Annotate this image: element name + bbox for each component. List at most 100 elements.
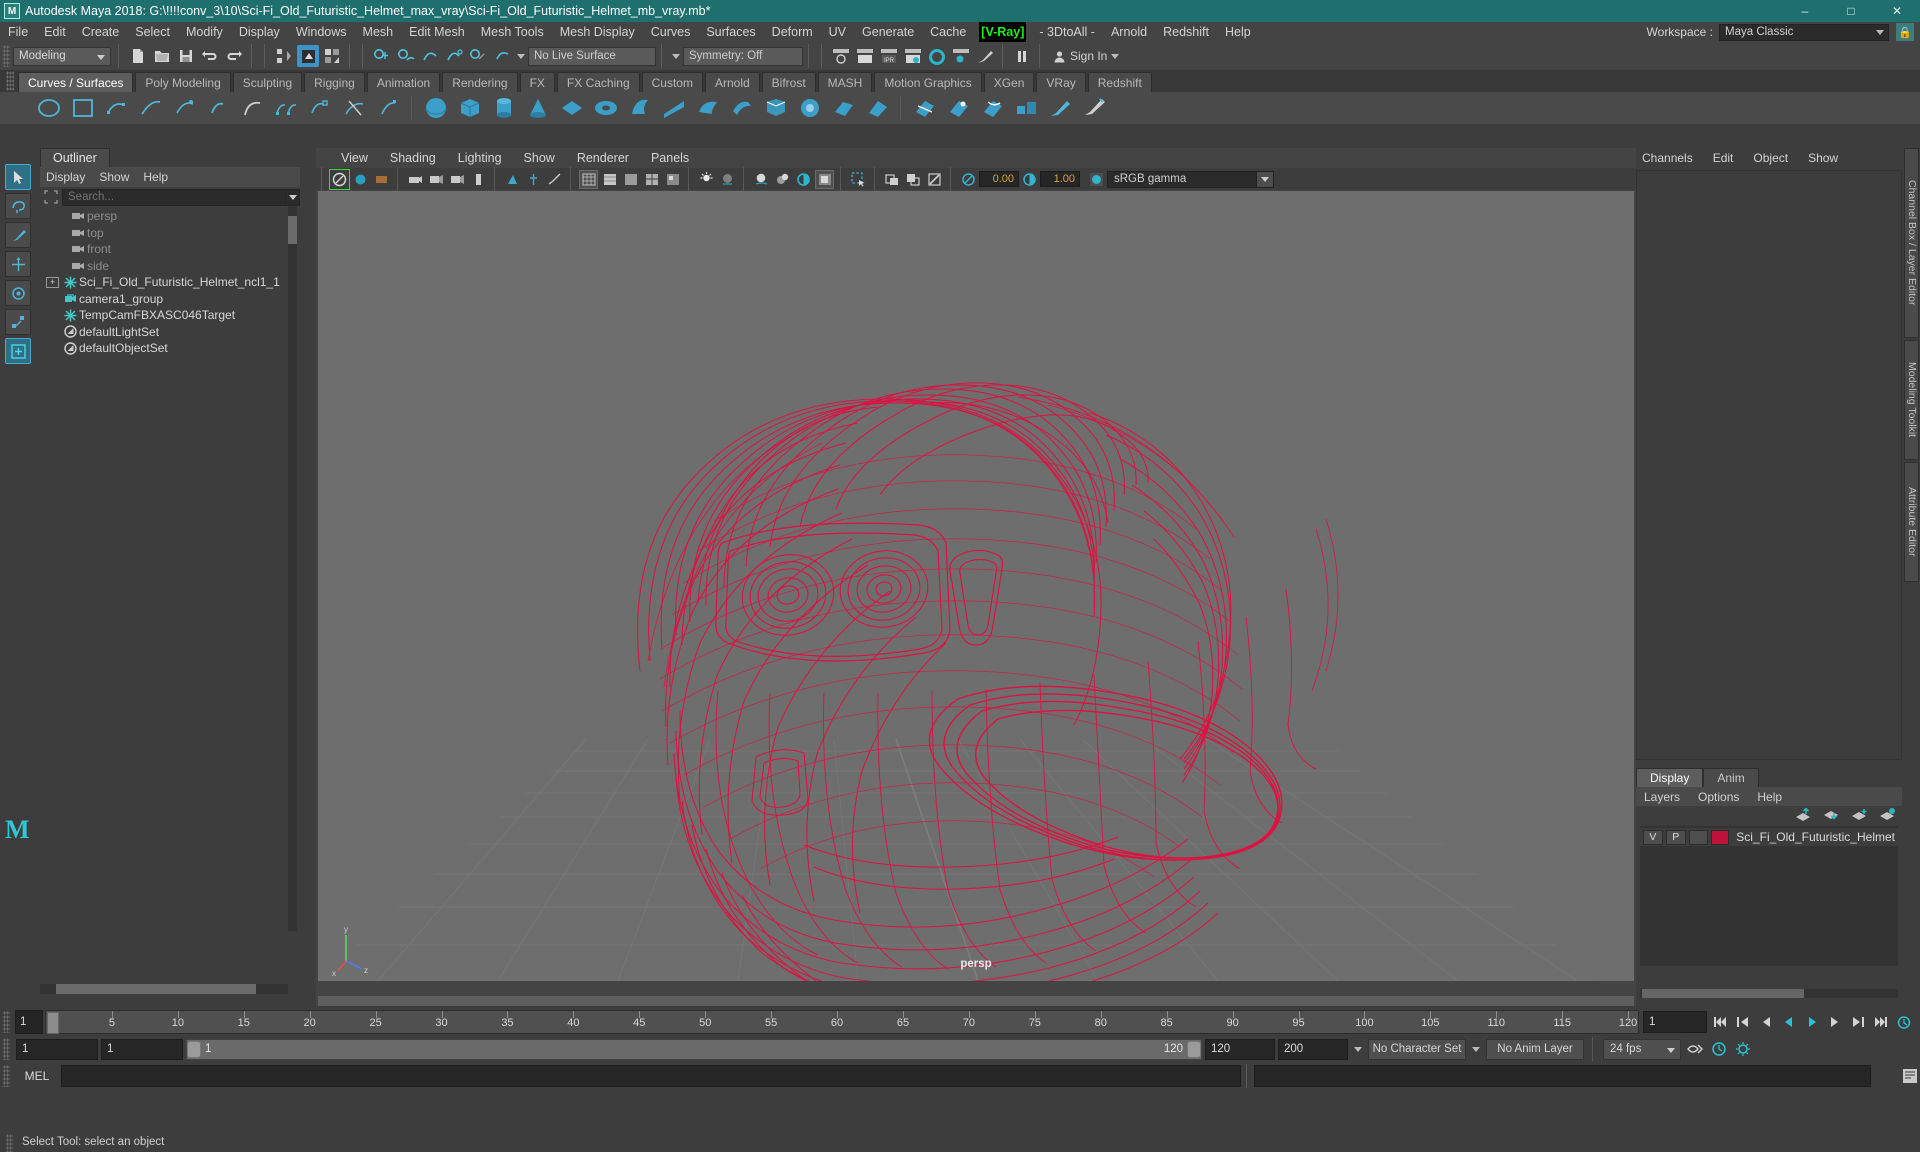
menu-arnold[interactable]: Arnold xyxy=(1103,22,1155,42)
layer-tab-display[interactable]: Display xyxy=(1636,768,1704,787)
open-scene-icon[interactable] xyxy=(151,45,173,67)
shelf-tab-poly-modeling[interactable]: Poly Modeling xyxy=(135,72,231,92)
layer-menu-options[interactable]: Options xyxy=(1698,790,1739,804)
playback-speed-select[interactable]: 24 fps xyxy=(1603,1038,1681,1060)
snap-to-point-icon[interactable] xyxy=(419,45,441,67)
outliner-item-side[interactable]: side xyxy=(40,258,288,275)
mel-label[interactable]: MEL xyxy=(13,1069,61,1083)
redo-icon[interactable] xyxy=(223,45,245,67)
range-left-handle[interactable] xyxy=(187,1040,201,1058)
shelf-tab-xgen[interactable]: XGen xyxy=(983,72,1035,92)
range-slider-track[interactable]: 1 120 xyxy=(186,1038,1202,1060)
camera-attributes-icon[interactable] xyxy=(351,170,370,189)
shelf-tab-animation[interactable]: Animation xyxy=(366,72,441,92)
menu-curves[interactable]: Curves xyxy=(643,22,699,42)
expand-toggle-icon[interactable]: + xyxy=(46,276,59,288)
step-back-key-icon[interactable] xyxy=(1732,1012,1753,1033)
shelf-tab-fx-caching[interactable]: FX Caching xyxy=(556,72,640,92)
gamma-value-field[interactable]: 1.00 xyxy=(1040,171,1080,187)
close-button[interactable]: ✕ xyxy=(1874,0,1920,22)
outliner-item-helmet[interactable]: + Sci_Fi_Old_Futuristic_Helmet_ncl1_1 xyxy=(40,274,288,291)
exposure-value-field[interactable]: 0.00 xyxy=(979,171,1019,187)
use-all-lights-icon[interactable] xyxy=(718,170,737,189)
anim-start-field[interactable]: 1 xyxy=(16,1038,98,1060)
menu-display[interactable]: Display xyxy=(231,22,288,42)
shelf-tab-motion-graphics[interactable]: Motion Graphics xyxy=(874,72,982,92)
outliner-item-default-light-set[interactable]: defaultLightSet xyxy=(40,324,288,341)
sign-in-button[interactable]: Sign In xyxy=(1047,46,1125,66)
outliner-item-default-object-set[interactable]: defaultObjectSet xyxy=(40,340,288,357)
pencil-curve-tool-icon[interactable] xyxy=(204,94,234,122)
snap-to-view-plane-icon[interactable] xyxy=(467,45,489,67)
script-editor-icon[interactable] xyxy=(1899,1066,1920,1087)
viewport-menu-panels[interactable]: Panels xyxy=(640,151,700,165)
revolve-icon[interactable] xyxy=(625,94,655,122)
current-frame-field[interactable]: 1 xyxy=(15,1010,43,1034)
outliner-menu-display[interactable]: Display xyxy=(46,170,85,184)
nurbs-cylinder-icon[interactable] xyxy=(489,94,519,122)
birail-icon[interactable] xyxy=(761,94,791,122)
time-slider-marker[interactable] xyxy=(47,1012,59,1034)
mel-command-input[interactable] xyxy=(61,1065,1241,1087)
anti-alias-icon[interactable] xyxy=(794,170,813,189)
channelbox-menu-object[interactable]: Object xyxy=(1753,151,1788,165)
shadows-icon[interactable] xyxy=(752,170,771,189)
ep-curve-tool-icon[interactable] xyxy=(136,94,166,122)
use-default-lighting-icon[interactable] xyxy=(697,170,716,189)
anim-end-field[interactable]: 200 xyxy=(1278,1038,1348,1060)
bezier-curve-tool-icon[interactable] xyxy=(170,94,200,122)
outliner-menu-show[interactable]: Show xyxy=(99,170,129,184)
time-slider-track[interactable]: 5 10 15 20 25 30 35 40 45 50 55 60 65 70 75 80 85 90 95 100… xyxy=(45,1010,1639,1034)
xray-active-components-icon[interactable] xyxy=(925,170,944,189)
show-hide-render-view-icon[interactable] xyxy=(830,45,852,67)
xray-icon[interactable] xyxy=(883,170,902,189)
outliner-item-front[interactable]: front xyxy=(40,241,288,258)
snap-to-projected-center-icon[interactable] xyxy=(443,45,465,67)
make-live-icon[interactable] xyxy=(491,45,513,67)
shelf-tab-bifrost[interactable]: Bifrost xyxy=(761,72,816,92)
menu-surfaces[interactable]: Surfaces xyxy=(698,22,763,42)
layer-tab-anim[interactable]: Anim xyxy=(1703,768,1759,787)
viewport-menu-show[interactable]: Show xyxy=(513,151,566,165)
offset-curve-icon[interactable] xyxy=(374,94,404,122)
nurbs-torus-icon[interactable] xyxy=(591,94,621,122)
extrude-icon[interactable] xyxy=(727,94,757,122)
menu-mesh-tools[interactable]: Mesh Tools xyxy=(473,22,552,42)
nurbs-plane-icon[interactable] xyxy=(557,94,587,122)
viewport-menu-shading[interactable]: Shading xyxy=(379,151,447,165)
minimize-button[interactable]: – xyxy=(1782,0,1828,22)
shelf-tab-arnold[interactable]: Arnold xyxy=(704,72,760,92)
menu-create[interactable]: Create xyxy=(74,22,128,42)
loft-icon[interactable] xyxy=(659,94,689,122)
auto-key-toggle-icon[interactable] xyxy=(1684,1039,1705,1060)
shelf-tab-sculpting[interactable]: Sculpting xyxy=(232,72,303,92)
shelf-tab-vray[interactable]: VRay xyxy=(1036,72,1086,92)
nurbs-sphere-icon[interactable] xyxy=(421,94,451,122)
outliner-search-input[interactable] xyxy=(62,188,286,206)
menu-3dtoall[interactable]: - 3DtoAll - xyxy=(1031,22,1103,42)
menu-edit-mesh[interactable]: Edit Mesh xyxy=(401,22,473,42)
maximize-button[interactable]: □ xyxy=(1828,0,1874,22)
range-right-handle[interactable] xyxy=(1187,1040,1201,1058)
range-start-field[interactable]: 1 xyxy=(101,1038,183,1060)
outliner-menu-help[interactable]: Help xyxy=(143,170,168,184)
menu-help[interactable]: Help xyxy=(1217,22,1259,42)
viewport-menu-lighting[interactable]: Lighting xyxy=(447,151,513,165)
scroll-thumb[interactable] xyxy=(288,216,297,244)
detach-curves-icon[interactable] xyxy=(306,94,336,122)
cv-curve-tool-icon[interactable] xyxy=(102,94,132,122)
shelf-tab-mash[interactable]: MASH xyxy=(817,72,873,92)
vtab-modeling-toolkit[interactable]: Modeling Toolkit xyxy=(1904,340,1919,460)
shelf-tab-curves-surfaces[interactable]: Curves / Surfaces xyxy=(18,72,134,92)
select-by-component-type-icon[interactable] xyxy=(321,45,343,67)
go-to-end-icon[interactable] xyxy=(1870,1012,1891,1033)
render-current-frame-icon[interactable] xyxy=(854,45,876,67)
move-layer-up-icon[interactable] xyxy=(1795,808,1812,821)
live-surface-field[interactable]: No Live Surface xyxy=(528,46,656,66)
nurbs-cone-icon[interactable] xyxy=(523,94,553,122)
scroll-thumb[interactable] xyxy=(56,984,256,994)
select-tool-button[interactable] xyxy=(5,164,31,190)
lock-icon[interactable]: 🔒 xyxy=(1896,23,1914,41)
ipr-render-icon[interactable]: IPR xyxy=(878,45,900,67)
move-tool-button[interactable] xyxy=(5,251,31,277)
